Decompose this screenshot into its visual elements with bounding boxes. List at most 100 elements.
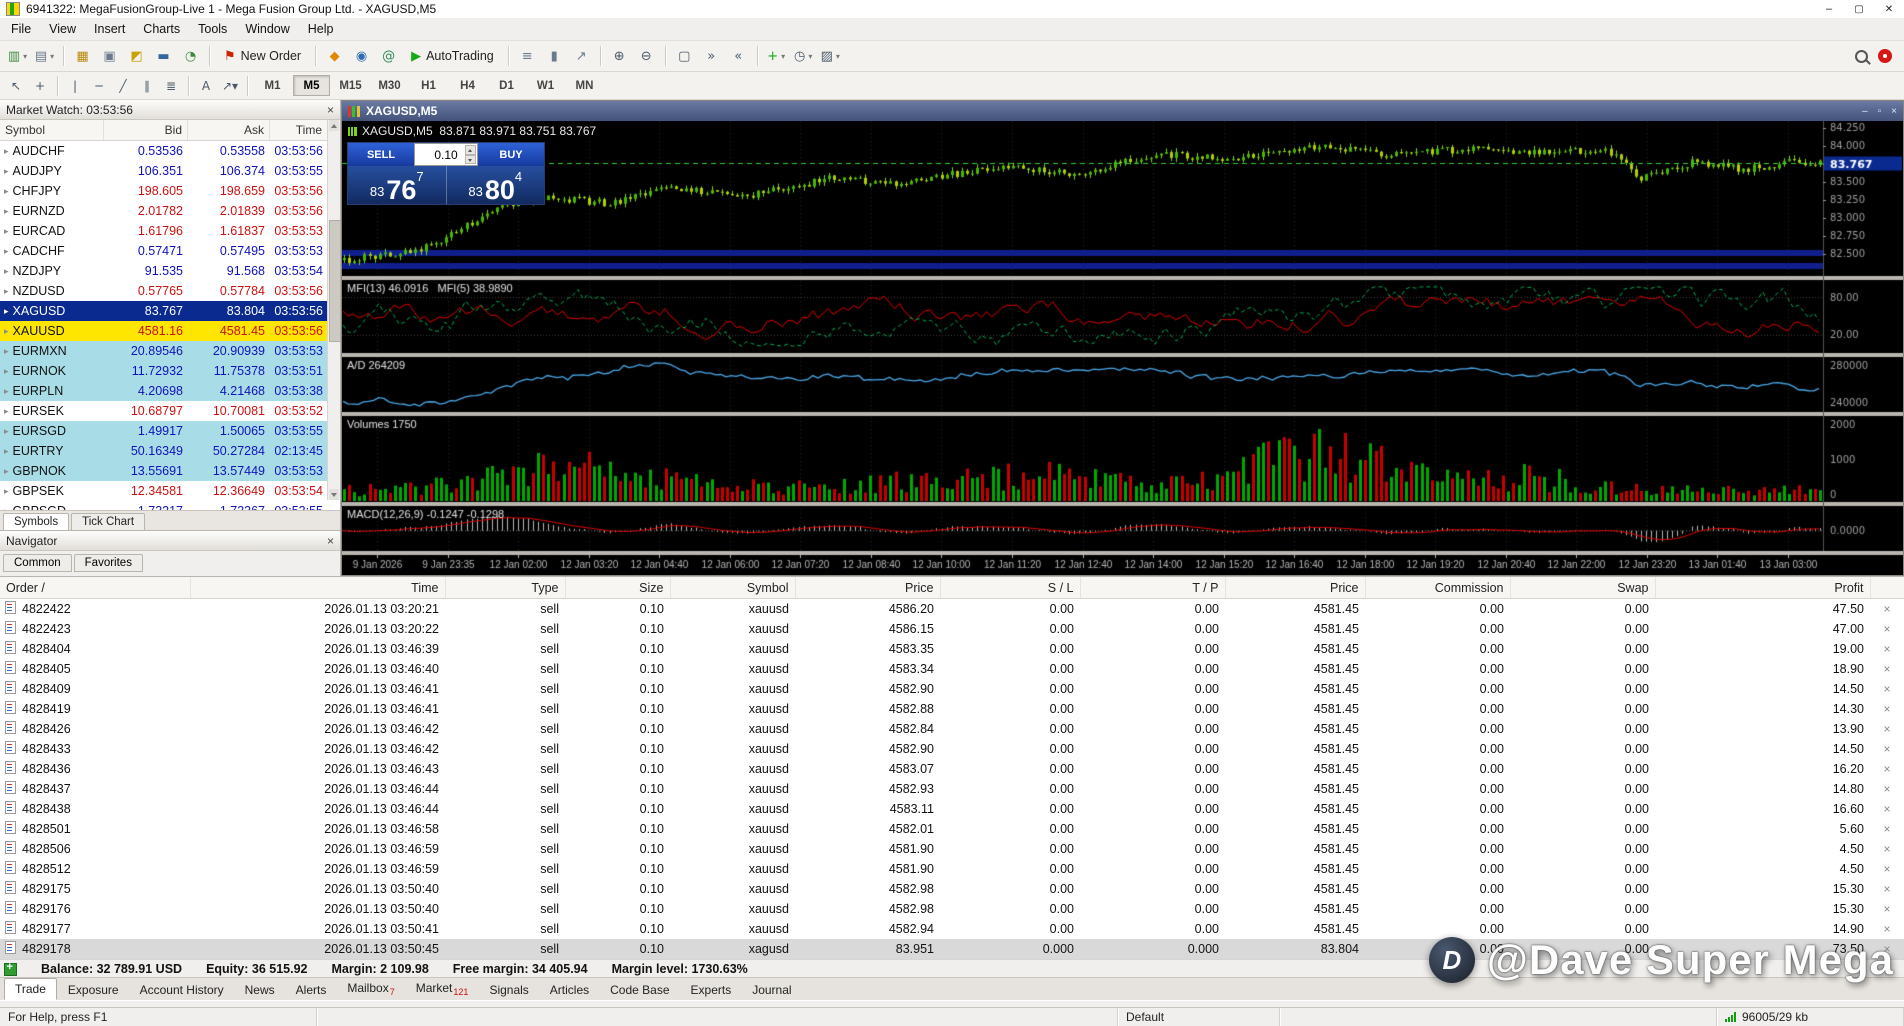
horizontal-line-button[interactable]: ─ (88, 75, 110, 97)
order-row[interactable]: 4822422 2026.01.13 03:20:21 sell 0.10 xauusd… (0, 599, 1904, 620)
timeframe-h4[interactable]: H4 (449, 75, 486, 96)
order-row[interactable]: 4829176 2026.01.13 03:50:40 sell 0.10 xauusd… (0, 899, 1904, 919)
close-order-button[interactable]: × (1870, 899, 1904, 919)
scrollbar-thumb[interactable] (329, 220, 341, 342)
chart-minimize-icon[interactable]: – (1862, 106, 1868, 117)
close-icon[interactable] (327, 534, 334, 548)
data-window-toggle-button[interactable]: ▣ (97, 43, 122, 69)
tile-windows-button[interactable]: ▢ (672, 43, 697, 69)
auto-scroll-button[interactable]: » (699, 43, 724, 69)
orders-col-8[interactable]: Price (1225, 577, 1366, 599)
chart-candles-button[interactable]: ▮ (542, 43, 567, 69)
close-order-button[interactable]: × (1870, 819, 1904, 839)
close-order-button[interactable]: × (1870, 739, 1904, 759)
order-row[interactable]: 4828419 2026.01.13 03:46:41 sell 0.10 xauusd… (0, 699, 1904, 719)
close-order-button[interactable]: × (1870, 679, 1904, 699)
spin-up-icon[interactable] (465, 145, 476, 155)
maximize-button[interactable] (1844, 0, 1874, 18)
close-order-button[interactable]: × (1870, 599, 1904, 620)
orders-col-7[interactable]: T / P (1080, 577, 1226, 599)
timeframe-m30[interactable]: M30 (371, 75, 408, 96)
zoom-out-button[interactable]: ⊖ (634, 43, 659, 69)
minimize-button[interactable] (1814, 0, 1844, 18)
market-watch-row[interactable]: ▸ AUDJPY 106.351 106.374 03:53:55 (0, 161, 340, 181)
close-order-button[interactable]: × (1870, 919, 1904, 939)
menu-tools[interactable]: Tools (189, 20, 236, 38)
orders-col-6[interactable]: S / L (940, 577, 1081, 599)
timeframe-m15[interactable]: M15 (332, 75, 369, 96)
close-order-button[interactable]: × (1870, 879, 1904, 899)
navigator-toggle-button[interactable]: ◩ (124, 43, 149, 69)
order-row[interactable]: 4828437 2026.01.13 03:46:44 sell 0.10 xauusd… (0, 779, 1904, 799)
timeframe-d1[interactable]: D1 (488, 75, 525, 96)
terminal-tab-articles[interactable]: Articles (540, 980, 599, 1000)
menu-file[interactable]: File (2, 20, 40, 38)
market-watch-row[interactable]: ▸GBPSGD1.732171.7336703:53:55 (0, 501, 340, 510)
navigator-tab-favorites[interactable]: Favorites (73, 554, 143, 572)
close-order-button[interactable]: × (1870, 699, 1904, 719)
zoom-in-button[interactable]: ⊕ (607, 43, 632, 69)
close-order-button[interactable]: × (1870, 799, 1904, 819)
close-button[interactable] (1874, 0, 1904, 18)
orders-col-0[interactable]: Order / (0, 577, 191, 599)
order-row[interactable]: 4828426 2026.01.13 03:46:42 sell 0.10 xauusd… (0, 719, 1904, 739)
order-row[interactable]: 4828512 2026.01.13 03:46:59 sell 0.10 xauusd… (0, 859, 1904, 879)
timeframe-mn[interactable]: MN (566, 75, 603, 96)
market-watch-row[interactable]: ▸ EURNOK 11.72932 11.75378 03:53:51 (0, 361, 340, 381)
status-profile[interactable]: Default (1118, 1008, 1280, 1026)
arrows-button[interactable]: ↗ ▾ (219, 75, 241, 97)
market-watch-row[interactable]: ▸ EURSEK 10.68797 10.70081 03:53:52 (0, 401, 340, 421)
col-bid[interactable]: Bid (104, 120, 188, 140)
order-row[interactable]: 4828438 2026.01.13 03:46:44 sell 0.10 xauusd… (0, 799, 1904, 819)
navigator-tab-common[interactable]: Common (3, 554, 72, 572)
market-watch-row[interactable]: ▸ GBPNOK 13.55691 13.57449 03:53:53 (0, 461, 340, 481)
search-icon[interactable] (1855, 49, 1868, 63)
terminal-tab-mailbox[interactable]: Mailbox 7 (337, 978, 404, 1000)
new-order-button[interactable]: ⚑ New Order (216, 43, 309, 69)
trendline-button[interactable]: ╱ (112, 75, 134, 97)
chart-line-button[interactable]: ↗ (569, 43, 594, 69)
market-watch-row[interactable]: ▸ GBPSEK 12.34581 12.36649 03:53:54 (0, 481, 340, 501)
market-watch-row[interactable]: ▸ EURPLN 4.20698 4.21468 03:53:38 (0, 381, 340, 401)
timeframe-m5[interactable]: M5 (293, 75, 330, 96)
text-label-button[interactable]: A (195, 75, 217, 97)
market-watch-row[interactable]: ▸ EURMXN 20.89546 20.90939 03:53:53 (0, 341, 340, 361)
equidistant-channel-button[interactable]: ∥ (136, 75, 158, 97)
close-icon[interactable] (327, 103, 334, 117)
terminal-tab-exposure[interactable]: Exposure (58, 980, 129, 1000)
terminal-tab-alerts[interactable]: Alerts (286, 980, 337, 1000)
close-order-button[interactable]: × (1870, 839, 1904, 859)
terminal-tab-code-base[interactable]: Code Base (600, 980, 679, 1000)
orders-col-4[interactable]: Symbol (670, 577, 796, 599)
orders-col-1[interactable]: Time (190, 577, 446, 599)
orders-col-10[interactable]: Swap (1510, 577, 1656, 599)
order-row[interactable]: 4829178 2026.01.13 03:50:45 sell 0.10 xagusd… (0, 939, 1904, 959)
order-row[interactable]: 4828405 2026.01.13 03:46:40 sell 0.10 xauusd… (0, 659, 1904, 679)
new-chart-button[interactable]: ▥ ▾ (5, 43, 30, 69)
order-row[interactable]: 4828404 2026.01.13 03:46:39 sell 0.10 xauusd… (0, 639, 1904, 659)
metaeditor-button[interactable]: ◆ (322, 43, 347, 69)
close-order-button[interactable]: × (1870, 859, 1904, 879)
orders-col-3[interactable]: Size (565, 577, 671, 599)
price-chart-canvas[interactable] (342, 121, 1903, 575)
market-watch-row[interactable]: ▸ CADCHF 0.57471 0.57495 03:53:53 (0, 241, 340, 261)
vertical-line-button[interactable]: | (64, 75, 86, 97)
market-watch-row[interactable]: ▸ NZDUSD 0.57765 0.57784 03:53:56 (0, 281, 340, 301)
terminal-tab-signals[interactable]: Signals (479, 980, 538, 1000)
terminal-toggle-button[interactable]: ▬ (151, 43, 176, 69)
buy-button[interactable]: BUY (478, 143, 544, 166)
col-time[interactable]: Time (270, 120, 328, 140)
close-order-button[interactable]: × (1870, 719, 1904, 739)
periods-button[interactable]: ◷ ▾ (791, 43, 816, 69)
navigator-titlebar[interactable]: Navigator (0, 531, 340, 551)
chart-restore-icon[interactable]: ▫ (1878, 106, 1882, 117)
templates-button[interactable]: ▨ ▾ (818, 43, 843, 69)
timeframe-h1[interactable]: H1 (410, 75, 447, 96)
close-order-button[interactable]: × (1870, 939, 1904, 959)
chart-bars-button[interactable]: ≡ (515, 43, 540, 69)
order-row[interactable]: 4828433 2026.01.13 03:46:42 sell 0.10 xauusd… (0, 739, 1904, 759)
orders-col-5[interactable]: Price (795, 577, 941, 599)
order-row[interactable]: 4829175 2026.01.13 03:50:40 sell 0.10 xauusd… (0, 879, 1904, 899)
close-order-button[interactable]: × (1870, 659, 1904, 679)
close-order-button[interactable]: × (1870, 759, 1904, 779)
